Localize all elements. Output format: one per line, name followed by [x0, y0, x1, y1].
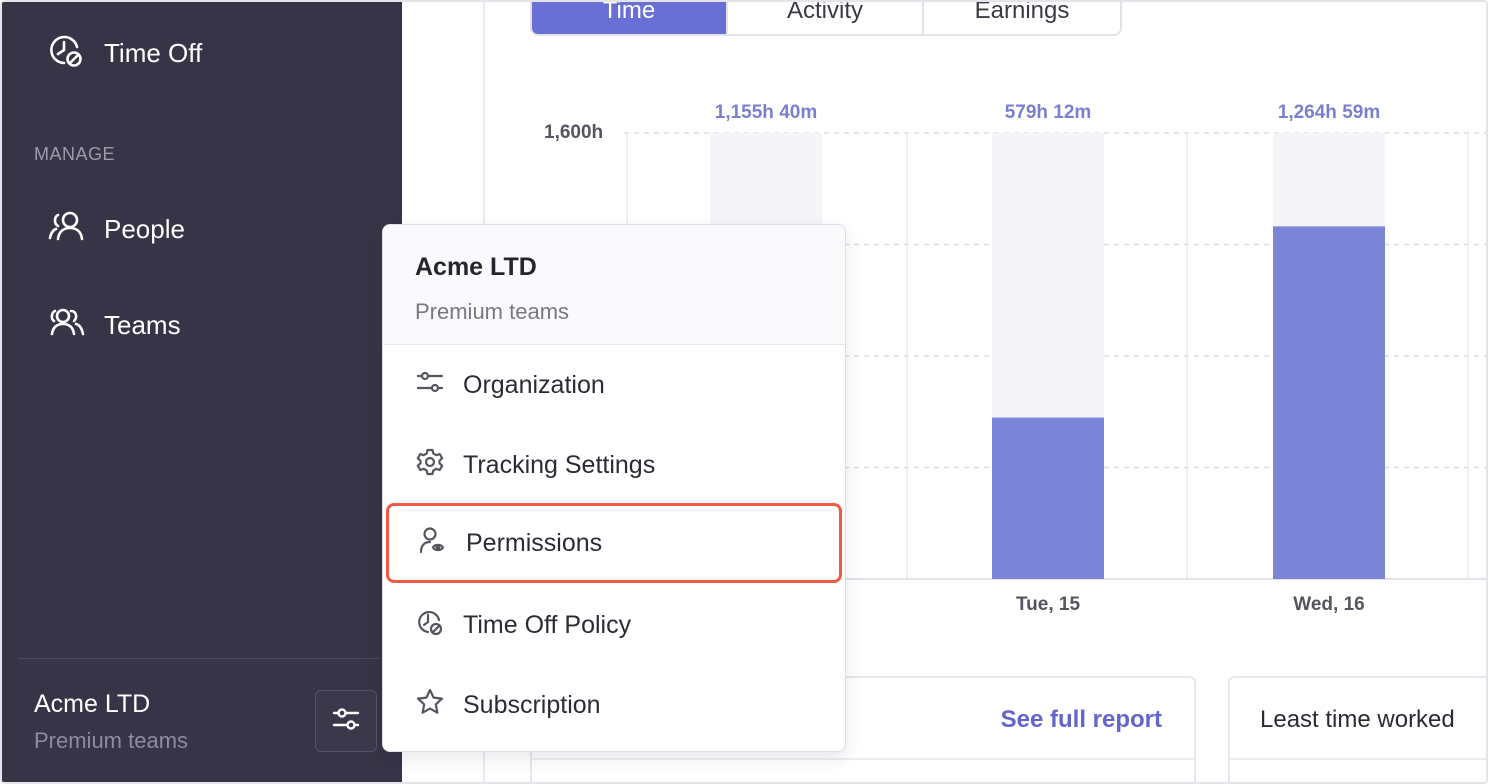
time-off-icon — [415, 607, 445, 644]
sidebar-item-people[interactable]: People — [46, 206, 185, 253]
sidebar-item-time-off[interactable]: Time Off — [46, 30, 202, 77]
y-tick-label: 1,600h — [544, 122, 604, 143]
x-tick-label: Tue, 15 — [1016, 594, 1080, 615]
bar-value-label: 1,155h 40m — [715, 102, 817, 123]
menu-item-time-off-policy[interactable]: Time Off Policy — [383, 585, 845, 665]
menu-item-label: Subscription — [463, 690, 601, 719]
menu-item-label: Time Off Policy — [463, 610, 632, 639]
sidebar-item-label: Time Off — [104, 38, 203, 68]
org-name[interactable]: Acme LTD — [34, 690, 150, 719]
sidebar-item-label: Teams — [104, 310, 181, 340]
sidebar-item-label: People — [104, 214, 185, 244]
sliders-icon — [415, 367, 445, 404]
bar-value-label: 579h 12m — [1005, 102, 1092, 123]
see-full-report-link[interactable]: See full report — [1001, 706, 1162, 734]
menu-subtitle: Premium teams — [415, 299, 570, 324]
menu-item-subscription[interactable]: Subscription — [383, 665, 845, 745]
menu-title: Acme LTD — [415, 253, 537, 281]
menu-item-tracking-settings[interactable]: Tracking Settings — [383, 425, 845, 505]
menu-item-label: Organization — [463, 370, 605, 399]
card-divider — [532, 758, 1194, 760]
bar — [1273, 226, 1385, 579]
teams-icon — [46, 302, 86, 349]
least-time-title: Least time worked — [1260, 706, 1455, 733]
org-settings-button[interactable] — [315, 690, 377, 752]
bar-value-label: 1,264h 59m — [1278, 102, 1380, 123]
section-label-manage: MANAGE — [34, 144, 116, 164]
menu-header: Acme LTD Premium teams — [383, 225, 845, 345]
menu-item-organization[interactable]: Organization — [383, 345, 845, 425]
menu-item-permissions[interactable]: Permissions — [386, 503, 842, 583]
menu-item-label: Permissions — [466, 528, 603, 557]
time-off-icon — [46, 30, 86, 77]
card-divider — [1230, 758, 1486, 760]
people-icon — [46, 206, 86, 253]
star-icon — [415, 687, 445, 724]
menu-item-label: Tracking Settings — [463, 450, 656, 479]
sliders-icon — [330, 703, 362, 740]
app-window: Time Off MANAGE People Teams Acme LTD Pr… — [0, 0, 1488, 784]
sidebar-item-teams[interactable]: Teams — [46, 302, 181, 349]
sidebar-divider — [18, 658, 380, 659]
gear-icon — [415, 447, 445, 484]
organization-menu: Acme LTD Premium teams Organization Trac… — [382, 224, 846, 752]
org-plan: Premium teams — [34, 728, 189, 753]
least-time-card: Least time worked — [1228, 676, 1486, 782]
sidebar: Time Off MANAGE People Teams Acme LTD Pr… — [2, 2, 402, 782]
user-eye-icon — [418, 525, 448, 562]
bar — [992, 417, 1104, 579]
x-tick-label: Wed, 16 — [1293, 594, 1364, 615]
